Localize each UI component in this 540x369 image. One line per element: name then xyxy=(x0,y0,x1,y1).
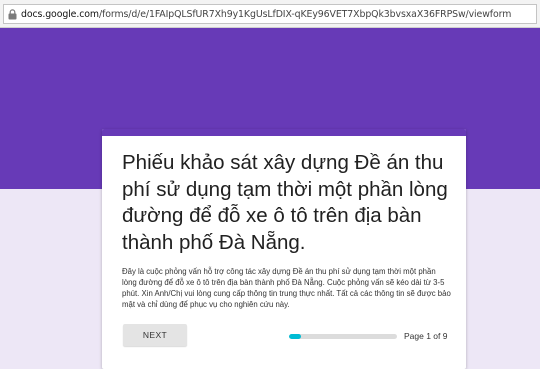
url-host: docs.google.com xyxy=(21,8,99,20)
next-button[interactable]: NEXT xyxy=(123,324,187,346)
card-accent-bar xyxy=(102,129,466,136)
url-text: docs.google.com/forms/d/e/1FAIpQLSfUR7Xh… xyxy=(21,9,511,20)
url-field[interactable]: docs.google.com/forms/d/e/1FAIpQLSfUR7Xh… xyxy=(3,4,537,24)
form-description: Đây là cuộc phỏng vấn hỗ trợ công tác xâ… xyxy=(122,267,451,309)
progress-bar-fill xyxy=(289,334,301,339)
browser-address-bar: docs.google.com/forms/d/e/1FAIpQLSfUR7Xh… xyxy=(0,0,540,28)
form-card: Phiếu khảo sát xây dựng Đề án thu phí sử… xyxy=(102,129,466,369)
url-path: /forms/d/e/1FAIpQLSfUR7Xh9y1KgUsLfDIX-qK… xyxy=(98,8,512,20)
form-title: Phiếu khảo sát xây dựng Đề án thu phí sử… xyxy=(122,151,448,254)
progress-bar xyxy=(289,334,397,339)
page-indicator: Page 1 of 9 xyxy=(404,331,448,341)
lock-icon xyxy=(8,8,17,19)
